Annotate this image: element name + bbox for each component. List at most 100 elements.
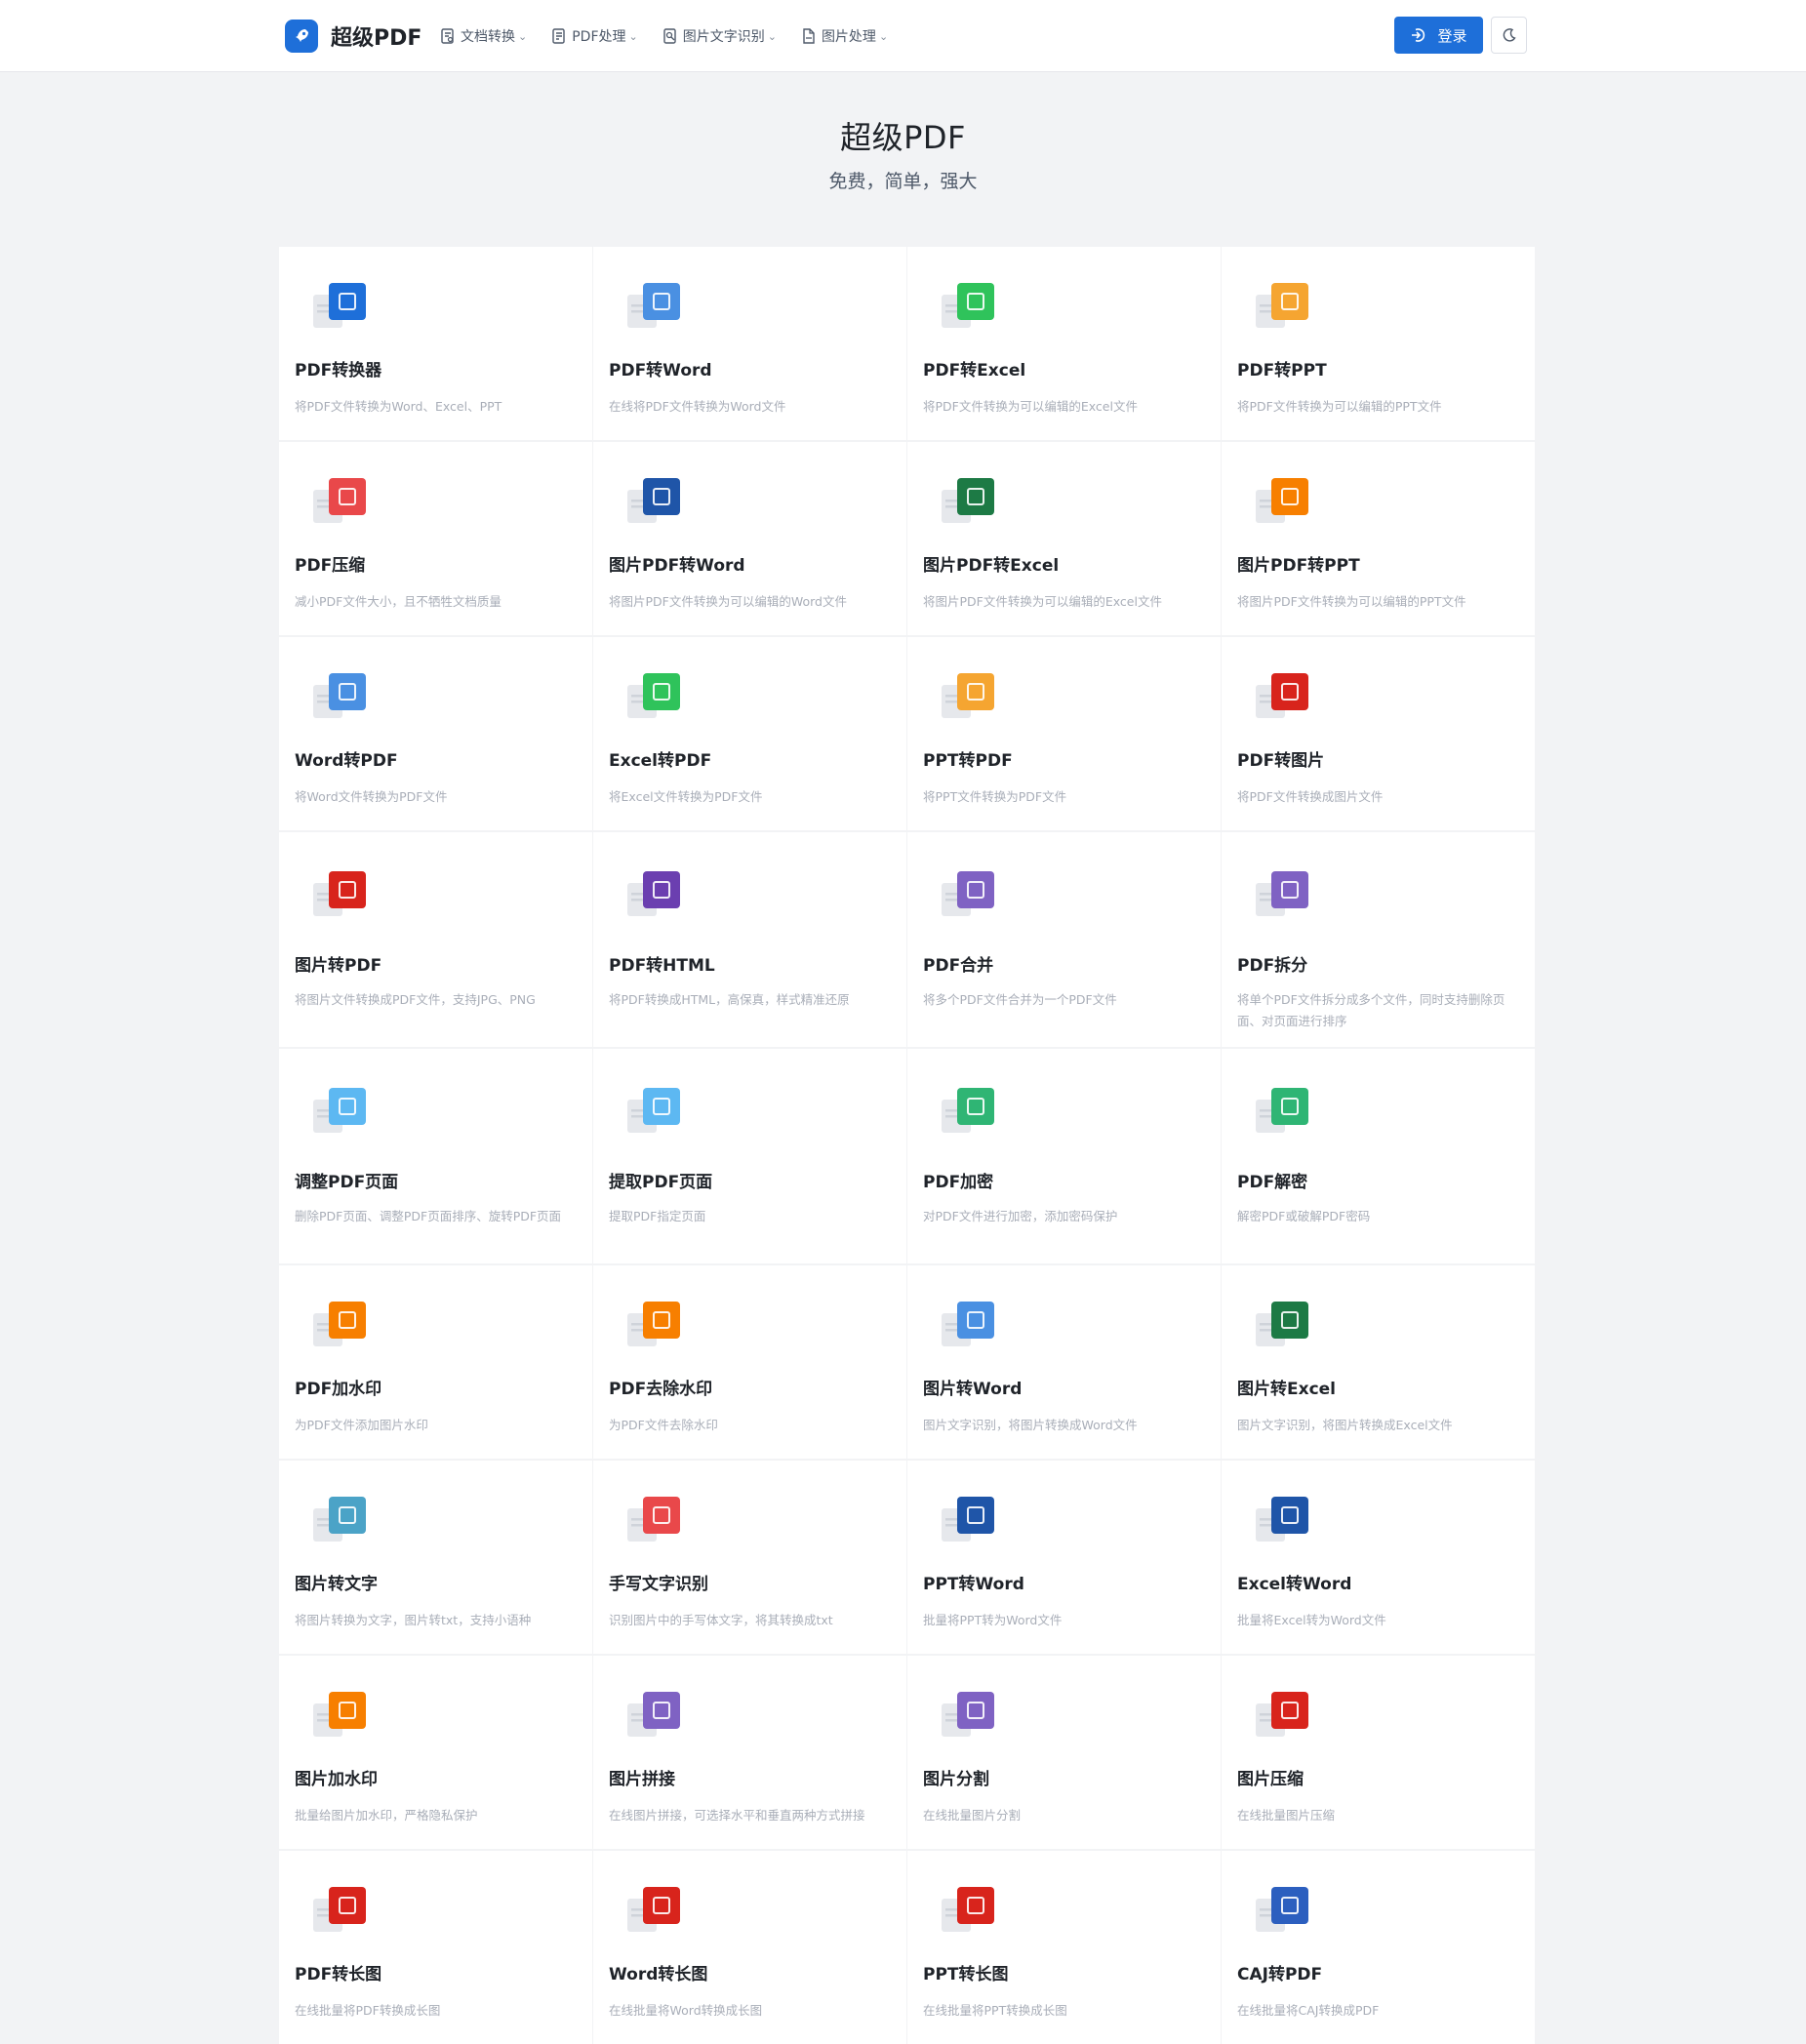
tool-card[interactable]: PPT转Word 批量将PPT转为Word文件 [907,1461,1221,1654]
tool-title: PDF去除水印 [609,1380,713,1399]
main-nav: 文档转换 ⌄ PDF处理 ⌄ 图片文字识别 ⌄ 图片处理 ⌄ [441,21,913,51]
split-icon [1254,867,1310,922]
tool-description: 将图片PDF文件转换为可以编辑的Excel文件 [923,594,1162,609]
unlock-icon [1254,1084,1310,1139]
tool-card[interactable]: 图片PDF转Word 将图片PDF文件转换为可以编辑的Word文件 [593,442,906,635]
excel-to-pdf-icon [625,669,682,724]
tool-title: PDF拆分 [1237,956,1308,976]
tool-title: CAJ转PDF [1237,1965,1323,1984]
tool-card[interactable]: Word转长图 在线批量将Word转换成长图 [593,1851,906,2044]
tool-card[interactable]: PDF转换器 将PDF文件转换为Word、Excel、PPT [279,247,592,440]
tool-card[interactable]: 图片分割 在线批量图片分割 [907,1656,1221,1849]
long-image-icon [940,1883,996,1938]
tool-card[interactable]: PDF压缩 减小PDF文件大小，且不牺牲文档质量 [279,442,592,635]
chevron-down-icon: ⌄ [628,29,638,43]
html-icon [625,867,682,922]
tool-card[interactable]: 图片PDF转Excel 将图片PDF文件转换为可以编辑的Excel文件 [907,442,1221,635]
tool-card[interactable]: PPT转PDF 将PPT文件转换为PDF文件 [907,637,1221,830]
adjust-pages-icon [311,1084,368,1139]
tool-title: PDF转图片 [1237,751,1325,771]
tool-card[interactable]: PDF加水印为PDF文件添加图片水印 [279,1265,592,1459]
tool-title: PDF转Word [609,361,712,381]
tool-description: 将单个PDF文件拆分成多个文件，同时支持删除页面、对页面进行排序 [1237,992,1505,1028]
tool-card[interactable]: PDF转Excel 将PDF文件转换为可以编辑的Excel文件 [907,247,1221,440]
nav-ocr[interactable]: 图片文字识别 ⌄ [663,26,777,46]
tool-description: 将PDF文件转换成图片文件 [1237,789,1384,804]
tool-description: 在线将PDF文件转换为Word文件 [609,399,786,414]
tool-description: 将PDF文件转换为可以编辑的Excel文件 [923,399,1138,414]
tool-title: PDF转长图 [295,1965,382,1984]
tool-card[interactable]: Excel转Word 批量将Excel转为Word文件 [1222,1461,1535,1654]
tool-title: PDF加水印 [295,1380,382,1399]
remove-watermark-icon [625,1298,682,1352]
tool-card[interactable]: 手写文字识别 识别图片中的手写体文字，将其转换成txt [593,1461,906,1654]
tool-card[interactable]: 图片转Word 图片文字识别，将图片转换成Word文件 [907,1265,1221,1459]
tool-card[interactable]: 图片PDF转PPT 将图片PDF文件转换为可以编辑的PPT文件 [1222,442,1535,635]
dark-mode-toggle[interactable] [1491,17,1527,54]
tool-card[interactable]: PDF转HTML 将PDF转换成HTML，高保真，样式精准还原 [593,832,906,1047]
tool-card[interactable]: PDF转PPT 将PDF文件转换为可以编辑的PPT文件 [1222,247,1535,440]
nav-label: 文档转换 [461,29,515,45]
tool-card[interactable]: 调整PDF页面 删除PDF页面、调整PDF页面排序、旋转PDF页面 [279,1049,592,1263]
tool-card[interactable]: 图片压缩 在线批量图片压缩 [1222,1656,1535,1849]
shield-lock-icon [940,1084,996,1139]
nav-image-process[interactable]: 图片处理 ⌄ [802,26,888,46]
tool-description: 将PDF文件转换为Word、Excel、PPT [295,399,502,414]
nav-pdf-process[interactable]: PDF处理 ⌄ [552,26,638,46]
tool-description: 批量将Excel转为Word文件 [1237,1613,1386,1627]
word-to-pdf-icon [311,669,368,724]
tool-card[interactable]: PDF加密 对PDF文件进行加密，添加密码保护 [907,1049,1221,1263]
excel-icon [1254,1298,1310,1352]
nav-label: 图片处理 [821,29,876,45]
tool-description: 为PDF文件添加图片水印 [295,1418,428,1432]
brand[interactable]: 超级PDF [285,19,421,54]
tool-card[interactable]: 图片转文字 将图片转换为文字，图片转txt，支持小语种 [279,1461,592,1654]
long-image-icon [625,1883,682,1938]
tool-card[interactable]: PDF转图片将PDF文件转换成图片文件 [1222,637,1535,830]
tool-description: 在线批量将CAJ转换成PDF [1237,2003,1380,2018]
tool-card[interactable]: PDF合并 将多个PDF文件合并为一个PDF文件 [907,832,1221,1047]
tool-card[interactable]: 图片转PDF 将图片文件转换成PDF文件，支持JPG、PNG [279,832,592,1047]
word-icon [625,474,682,529]
image-to-text-icon [311,1493,368,1547]
tool-card[interactable]: 图片转Excel 图片文字识别，将图片转换成Excel文件 [1222,1265,1535,1459]
tool-card[interactable]: 图片加水印 批量给图片加水印，严格隐私保护 [279,1656,592,1849]
chevron-down-icon: ⌄ [878,29,889,43]
tool-description: 将PDF文件转换为可以编辑的PPT文件 [1237,399,1442,414]
tool-description: 将多个PDF文件合并为一个PDF文件 [923,992,1117,1007]
tool-card[interactable]: PDF解密 解密PDF或破解PDF密码 [1222,1049,1535,1263]
tool-title: 图片拼接 [609,1770,675,1789]
tool-card[interactable]: PDF拆分将单个PDF文件拆分成多个文件，同时支持删除页面、对页面进行排序 [1222,832,1535,1047]
tool-description: 在线图片拼接，可选择水平和垂直两种方式拼接 [609,1808,865,1823]
tool-description: 在线批量图片分割 [923,1808,1022,1823]
nav-label: 图片文字识别 [682,29,765,45]
tool-description: 将图片文件转换成PDF文件，支持JPG、PNG [295,992,536,1007]
login-icon [1412,28,1425,42]
tool-card[interactable]: 提取PDF页面 提取PDF指定页面 [593,1049,906,1263]
ppt-icon [1254,279,1310,334]
tool-title: 调整PDF页面 [295,1173,399,1192]
tool-card[interactable]: Word转PDF 将Word文件转换为PDF文件 [279,637,592,830]
tool-description: 在线批量图片压缩 [1237,1808,1336,1823]
tool-card[interactable]: CAJ转PDF 在线批量将CAJ转换成PDF [1222,1851,1535,2044]
ppt-icon [1254,474,1310,529]
login-button[interactable]: 登录 [1394,17,1483,54]
tool-card[interactable]: Excel转PDF 将Excel文件转换为PDF文件 [593,637,906,830]
chevron-down-icon: ⌄ [518,29,528,43]
tool-card[interactable]: PDF转Word 在线将PDF文件转换为Word文件 [593,247,906,440]
word-icon [1254,1493,1310,1547]
tool-description: 批量给图片加水印，严格隐私保护 [295,1808,478,1823]
tool-card[interactable]: 图片拼接在线图片拼接，可选择水平和垂直两种方式拼接 [593,1656,906,1849]
tool-title: 图片转Word [923,1380,1023,1399]
compress-icon [311,474,368,529]
stamp-icon [311,1688,368,1743]
excel-icon [940,279,996,334]
extract-pages-icon [625,1084,682,1139]
tool-title: PPT转长图 [923,1965,1009,1984]
nav-document-convert[interactable]: 文档转换 ⌄ [441,26,527,46]
tool-card[interactable]: PDF去除水印 为PDF文件去除水印 [593,1265,906,1459]
tool-title: Excel转Word [1237,1575,1352,1594]
tool-card[interactable]: PDF转长图 在线批量将PDF转换成长图 [279,1851,592,2044]
tool-description: 将图片PDF文件转换为可以编辑的PPT文件 [1237,594,1466,609]
tool-card[interactable]: PPT转长图 在线批量将PPT转换成长图 [907,1851,1221,2044]
